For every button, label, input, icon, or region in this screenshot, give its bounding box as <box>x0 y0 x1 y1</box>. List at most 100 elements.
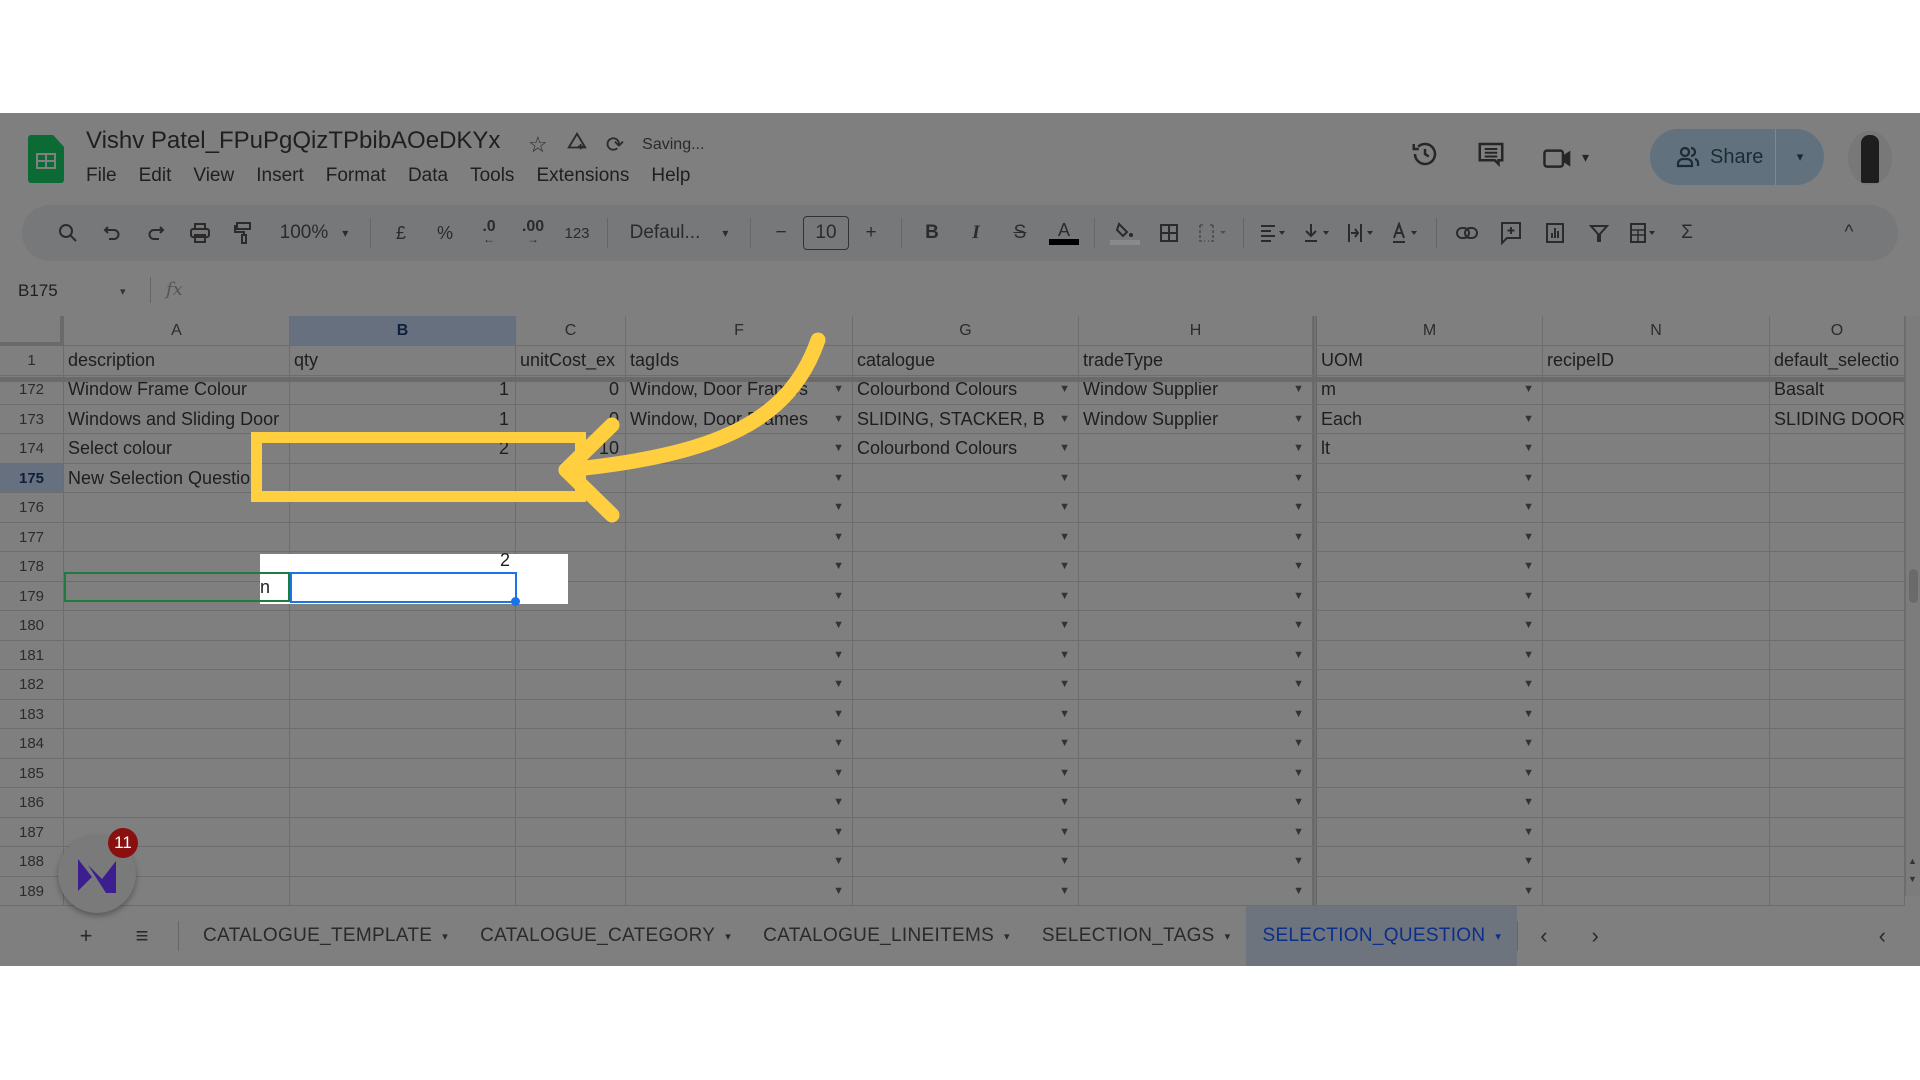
dropdown-chevron-icon[interactable]: ▼ <box>833 611 844 640</box>
add-sheet-button[interactable]: + <box>58 923 114 949</box>
cell-b1[interactable]: qty <box>290 346 516 375</box>
dropdown-chevron-icon[interactable]: ▼ <box>833 464 844 493</box>
dropdown-chevron-icon[interactable]: ▼ <box>1059 405 1070 434</box>
cell-m182[interactable]: ▼ <box>1317 670 1543 699</box>
cell-f189[interactable]: ▼ <box>626 876 853 905</box>
merge-cells-icon[interactable] <box>1194 215 1232 251</box>
cell-f179[interactable]: ▼ <box>626 581 853 610</box>
cell-f1[interactable]: tagIds <box>626 346 853 375</box>
cell-a183[interactable] <box>64 699 290 728</box>
cell-g181[interactable]: ▼ <box>853 640 1079 669</box>
cell-m180[interactable]: ▼ <box>1317 611 1543 640</box>
column-header-f[interactable]: F <box>626 316 853 346</box>
cell-c188[interactable] <box>516 847 626 876</box>
cell-h189[interactable]: ▼ <box>1079 876 1313 906</box>
cell-m185[interactable]: ▼ <box>1317 758 1543 787</box>
dropdown-chevron-icon[interactable]: ▼ <box>1293 582 1304 611</box>
cell-o189[interactable] <box>1770 876 1905 905</box>
cell-c189[interactable] <box>516 876 626 905</box>
cell-n177[interactable] <box>1543 522 1770 551</box>
undo-icon[interactable] <box>93 215 131 251</box>
cell-n175[interactable] <box>1543 463 1770 492</box>
dropdown-chevron-icon[interactable]: ▼ <box>1293 759 1304 788</box>
row-header[interactable]: 185 <box>0 758 64 787</box>
name-box-caret-icon[interactable]: ▾ <box>120 285 126 298</box>
cell-h174[interactable]: ▼ <box>1079 434 1313 463</box>
decrease-font-size-button[interactable]: − <box>762 215 800 251</box>
tab-caret-icon[interactable]: ▾ <box>1225 930 1231 943</box>
dropdown-chevron-icon[interactable]: ▼ <box>1293 877 1304 906</box>
cell-h188[interactable]: ▼ <box>1079 847 1313 876</box>
sheet-tab-selection-question[interactable]: SELECTION_QUESTION ▾ <box>1246 906 1518 966</box>
cell-o188[interactable] <box>1770 847 1905 876</box>
cell-n182[interactable] <box>1543 670 1770 699</box>
cell-a180[interactable] <box>64 611 290 640</box>
cell-g188[interactable]: ▼ <box>853 847 1079 876</box>
cell-n185[interactable] <box>1543 758 1770 787</box>
cell-f174[interactable]: ▼ <box>626 434 853 463</box>
cell-h181[interactable]: ▼ <box>1079 640 1313 669</box>
cell-o177[interactable] <box>1770 522 1905 551</box>
meet-button[interactable]: ▾ <box>1542 143 1589 173</box>
column-header-n[interactable]: N <box>1543 316 1770 346</box>
cell-g177[interactable]: ▼ <box>853 522 1079 552</box>
cell-h183[interactable]: ▼ <box>1079 699 1313 728</box>
side-panel-chevron-left-icon[interactable]: ‹ <box>1879 923 1886 949</box>
vertical-align-icon[interactable] <box>1299 215 1337 251</box>
sheet-tab-catalogue-category[interactable]: CATALOGUE_CATEGORY ▾ <box>464 906 747 966</box>
comments-icon[interactable] <box>1476 139 1506 176</box>
next-sheet-chevron-right-icon[interactable]: › <box>1570 923 1621 949</box>
row-header[interactable]: 188 <box>0 847 64 876</box>
cell-b189[interactable] <box>290 876 516 905</box>
dropdown-chevron-icon[interactable]: ▼ <box>1059 611 1070 640</box>
cell-m187[interactable]: ▼ <box>1317 817 1543 846</box>
vertical-scrollbar[interactable]: ▲ ▼ <box>1905 316 1920 896</box>
dropdown-chevron-icon[interactable]: ▼ <box>1523 405 1534 434</box>
cell-b188[interactable] <box>290 847 516 876</box>
cell-o181[interactable] <box>1770 640 1905 669</box>
cell-h1[interactable]: tradeType <box>1079 346 1313 375</box>
row-header[interactable]: 183 <box>0 699 64 728</box>
all-sheets-menu-icon[interactable]: ≡ <box>114 923 170 949</box>
dropdown-chevron-icon[interactable]: ▼ <box>1059 582 1070 611</box>
cell-m178[interactable]: ▼ <box>1317 552 1543 581</box>
dropdown-chevron-icon[interactable]: ▼ <box>1059 434 1070 463</box>
cell-g185[interactable]: ▼ <box>853 758 1079 787</box>
row-header[interactable]: 179 <box>0 581 64 610</box>
cell-f186[interactable]: ▼ <box>626 788 853 817</box>
cell-c185[interactable] <box>516 758 626 787</box>
cell-n180[interactable] <box>1543 611 1770 640</box>
strikethrough-button[interactable]: S <box>1001 215 1039 251</box>
cell-c184[interactable] <box>516 729 626 758</box>
tab-caret-icon[interactable]: ▾ <box>442 930 448 943</box>
cell-o175[interactable] <box>1770 463 1905 492</box>
text-rotation-icon[interactable] <box>1387 215 1425 251</box>
percent-format-button[interactable]: % <box>426 215 464 251</box>
cell-b186[interactable] <box>290 788 516 817</box>
dropdown-chevron-icon[interactable]: ▼ <box>1293 818 1304 847</box>
cell-o178[interactable] <box>1770 552 1905 581</box>
cell-b173[interactable]: 1 <box>290 404 516 433</box>
tab-caret-icon[interactable]: ▾ <box>1004 930 1010 943</box>
dropdown-chevron-icon[interactable]: ▼ <box>1523 582 1534 611</box>
dropdown-chevron-icon[interactable]: ▼ <box>1293 464 1304 493</box>
cell-h179[interactable]: ▼ <box>1079 581 1313 611</box>
menu-file[interactable]: File <box>86 165 117 187</box>
cell-m184[interactable]: ▼ <box>1317 729 1543 758</box>
tab-caret-icon[interactable]: ▾ <box>725 930 731 943</box>
print-icon[interactable] <box>181 215 219 251</box>
cell-a184[interactable] <box>64 729 290 758</box>
dropdown-chevron-icon[interactable]: ▼ <box>1059 847 1070 876</box>
cell-c186[interactable] <box>516 788 626 817</box>
cell-f173[interactable]: Window, Door Frames ▼ <box>626 404 853 433</box>
cell-f184[interactable]: ▼ <box>626 729 853 758</box>
cell-m176[interactable]: ▼ <box>1317 493 1543 522</box>
dropdown-chevron-icon[interactable]: ▼ <box>1059 877 1070 906</box>
menu-edit[interactable]: Edit <box>139 165 172 187</box>
menu-format[interactable]: Format <box>326 165 386 187</box>
cell-g176[interactable]: ▼ <box>853 493 1079 522</box>
cell-m173[interactable]: Each ▼ <box>1317 404 1543 434</box>
dropdown-chevron-icon[interactable]: ▼ <box>1059 523 1070 552</box>
sheet-tab-catalogue-template[interactable]: CATALOGUE_TEMPLATE ▾ <box>187 906 464 966</box>
cell-a173[interactable]: Windows and Sliding Door <box>64 404 290 433</box>
